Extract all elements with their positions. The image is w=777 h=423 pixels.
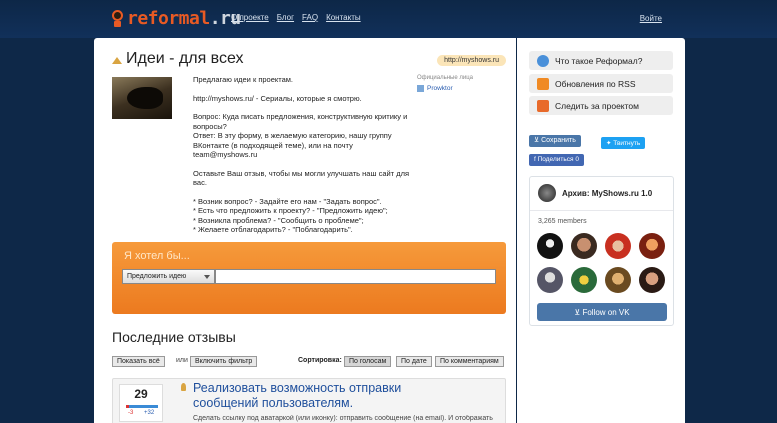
avatar[interactable]	[571, 267, 597, 293]
group-avatar	[538, 184, 556, 202]
review-filters: Показать всё или Включить фильтр Сортиро…	[112, 356, 506, 368]
site-logo[interactable]: reformal.ru	[111, 8, 241, 29]
vk-group-name: Архив: MyShows.ru 1.0	[562, 188, 653, 198]
sort-label: Сортировка:	[298, 357, 342, 364]
lightbulb-icon	[111, 9, 124, 28]
vk-follow-label: Follow on VK	[582, 307, 630, 317]
logo-text: reformal.ru	[127, 8, 241, 29]
idea-form: Я хотел бы... Предложить идею	[112, 242, 506, 314]
avatar[interactable]	[537, 267, 563, 293]
chevron-down-icon	[204, 275, 210, 279]
sidebar: Что такое Реформал? Обновления по RSS Сл…	[517, 38, 685, 423]
tweet-button[interactable]: ✦ Твитнуть	[601, 137, 646, 149]
vote-negative: -3	[128, 410, 134, 416]
avatar[interactable]	[605, 233, 631, 259]
project-url-badge[interactable]: http://myshows.ru	[437, 55, 506, 66]
vote-box[interactable]: 29 -3 +32	[119, 384, 163, 422]
review-title-link[interactable]: Реализовать возможность отправки сообщен…	[193, 381, 423, 411]
desc-paragraph: * Возник вопрос? - Задайте его нам - "За…	[193, 196, 388, 235]
official-user[interactable]: Prowktor	[417, 85, 453, 92]
vk-save-button[interactable]: ⊻ Сохранить	[529, 135, 581, 147]
avatar[interactable]	[605, 267, 631, 293]
project-title-row: Идеи - для всех	[112, 50, 244, 68]
follow-icon	[537, 99, 549, 112]
reviews-title: Последние отзывы	[112, 329, 236, 345]
tweet-label: Твитнуть	[613, 140, 641, 147]
vk-member-count: 3,265 members	[538, 218, 587, 225]
facebook-share-button[interactable]: f Поделиться 0	[529, 154, 584, 166]
sort-by-votes-button[interactable]: По голосам	[344, 356, 392, 367]
desc-paragraph: http://myshows.ru/ - Сериалы, которые я …	[193, 93, 362, 103]
official-label: Официальные лица	[417, 75, 473, 81]
chat-icon	[537, 54, 549, 67]
desc-paragraph: Предлагаю идеи к проектам.	[193, 75, 294, 84]
idea-form-label: Я хотел бы...	[124, 250, 190, 262]
avatar[interactable]	[537, 233, 563, 259]
user-icon	[417, 85, 424, 92]
project-icon	[112, 56, 122, 64]
login-link[interactable]: Войте	[640, 14, 662, 23]
vk-icon: ⊻	[574, 307, 583, 317]
or-label: или	[176, 357, 188, 364]
review-item: 29 -3 +32 Реализовать возможность отправ…	[112, 378, 506, 423]
top-nav: О проекте Блог FAQ Контакты	[231, 13, 361, 22]
avatar[interactable]	[639, 267, 665, 293]
show-all-button[interactable]: Показать всё	[112, 356, 165, 367]
vk-follow-button[interactable]: ⊻ Follow on VK	[537, 303, 667, 321]
fb-share-label: Поделиться 0	[537, 156, 579, 163]
nav-faq[interactable]: FAQ	[302, 13, 318, 22]
rss-icon	[537, 77, 549, 90]
nav-about[interactable]: О проекте	[231, 13, 269, 22]
top-bar: reformal.ru О проекте Блог FAQ Контакты …	[0, 0, 777, 38]
logo-text-main: reformal	[127, 8, 210, 29]
divider	[530, 210, 673, 211]
rss-button[interactable]: Обновления по RSS	[529, 74, 673, 93]
main-panel: Идеи - для всех http://myshows.ru Предла…	[94, 38, 516, 423]
sidebar-button-label: Следить за проектом	[555, 100, 639, 111]
page-title: Идеи - для всех	[126, 50, 244, 67]
desc-paragraph: Оставьте Ваш отзыв, чтобы мы могли улучш…	[193, 168, 410, 188]
avatar[interactable]	[571, 233, 597, 259]
sidebar-button-label: Обновления по RSS	[555, 78, 636, 89]
vote-bar	[126, 405, 158, 408]
project-image	[112, 77, 172, 119]
idea-bulb-icon	[181, 383, 186, 391]
sort-by-date-button[interactable]: По дате	[396, 356, 432, 367]
vote-bar-negative	[126, 405, 129, 408]
idea-type-value: Предложить идею	[127, 273, 187, 280]
sort-by-comments-button[interactable]: По комментариям	[435, 356, 504, 367]
desc-paragraph: Вопрос: Куда писать предложения, констру…	[193, 112, 408, 159]
vk-group-header[interactable]: Архив: MyShows.ru 1.0	[538, 184, 652, 202]
idea-type-select[interactable]: Предложить идею	[122, 269, 215, 284]
review-text: Сделать ссылку под аватаркой (или иконку…	[193, 415, 493, 422]
avatar[interactable]	[639, 233, 665, 259]
vote-positive: +32	[144, 410, 155, 416]
project-description: Предлагаю идеи к проектам. http://myshow…	[193, 75, 413, 244]
nav-blog[interactable]: Блог	[277, 13, 294, 22]
idea-input[interactable]	[215, 269, 496, 284]
vote-count: 29	[134, 387, 148, 401]
vk-save-label: Сохранить	[541, 137, 576, 144]
vk-member-avatars	[537, 233, 671, 293]
what-is-reformal-button[interactable]: Что такое Реформал?	[529, 51, 673, 70]
nav-contacts[interactable]: Контакты	[326, 13, 361, 22]
enable-filter-button[interactable]: Включить фильтр	[190, 356, 258, 367]
follow-project-button[interactable]: Следить за проектом	[529, 96, 673, 115]
vk-group-widget: Архив: MyShows.ru 1.0 3,265 members ⊻ Fo…	[529, 176, 674, 326]
sidebar-button-label: Что такое Реформал?	[555, 55, 643, 66]
official-user-name: Prowktor	[427, 85, 453, 92]
